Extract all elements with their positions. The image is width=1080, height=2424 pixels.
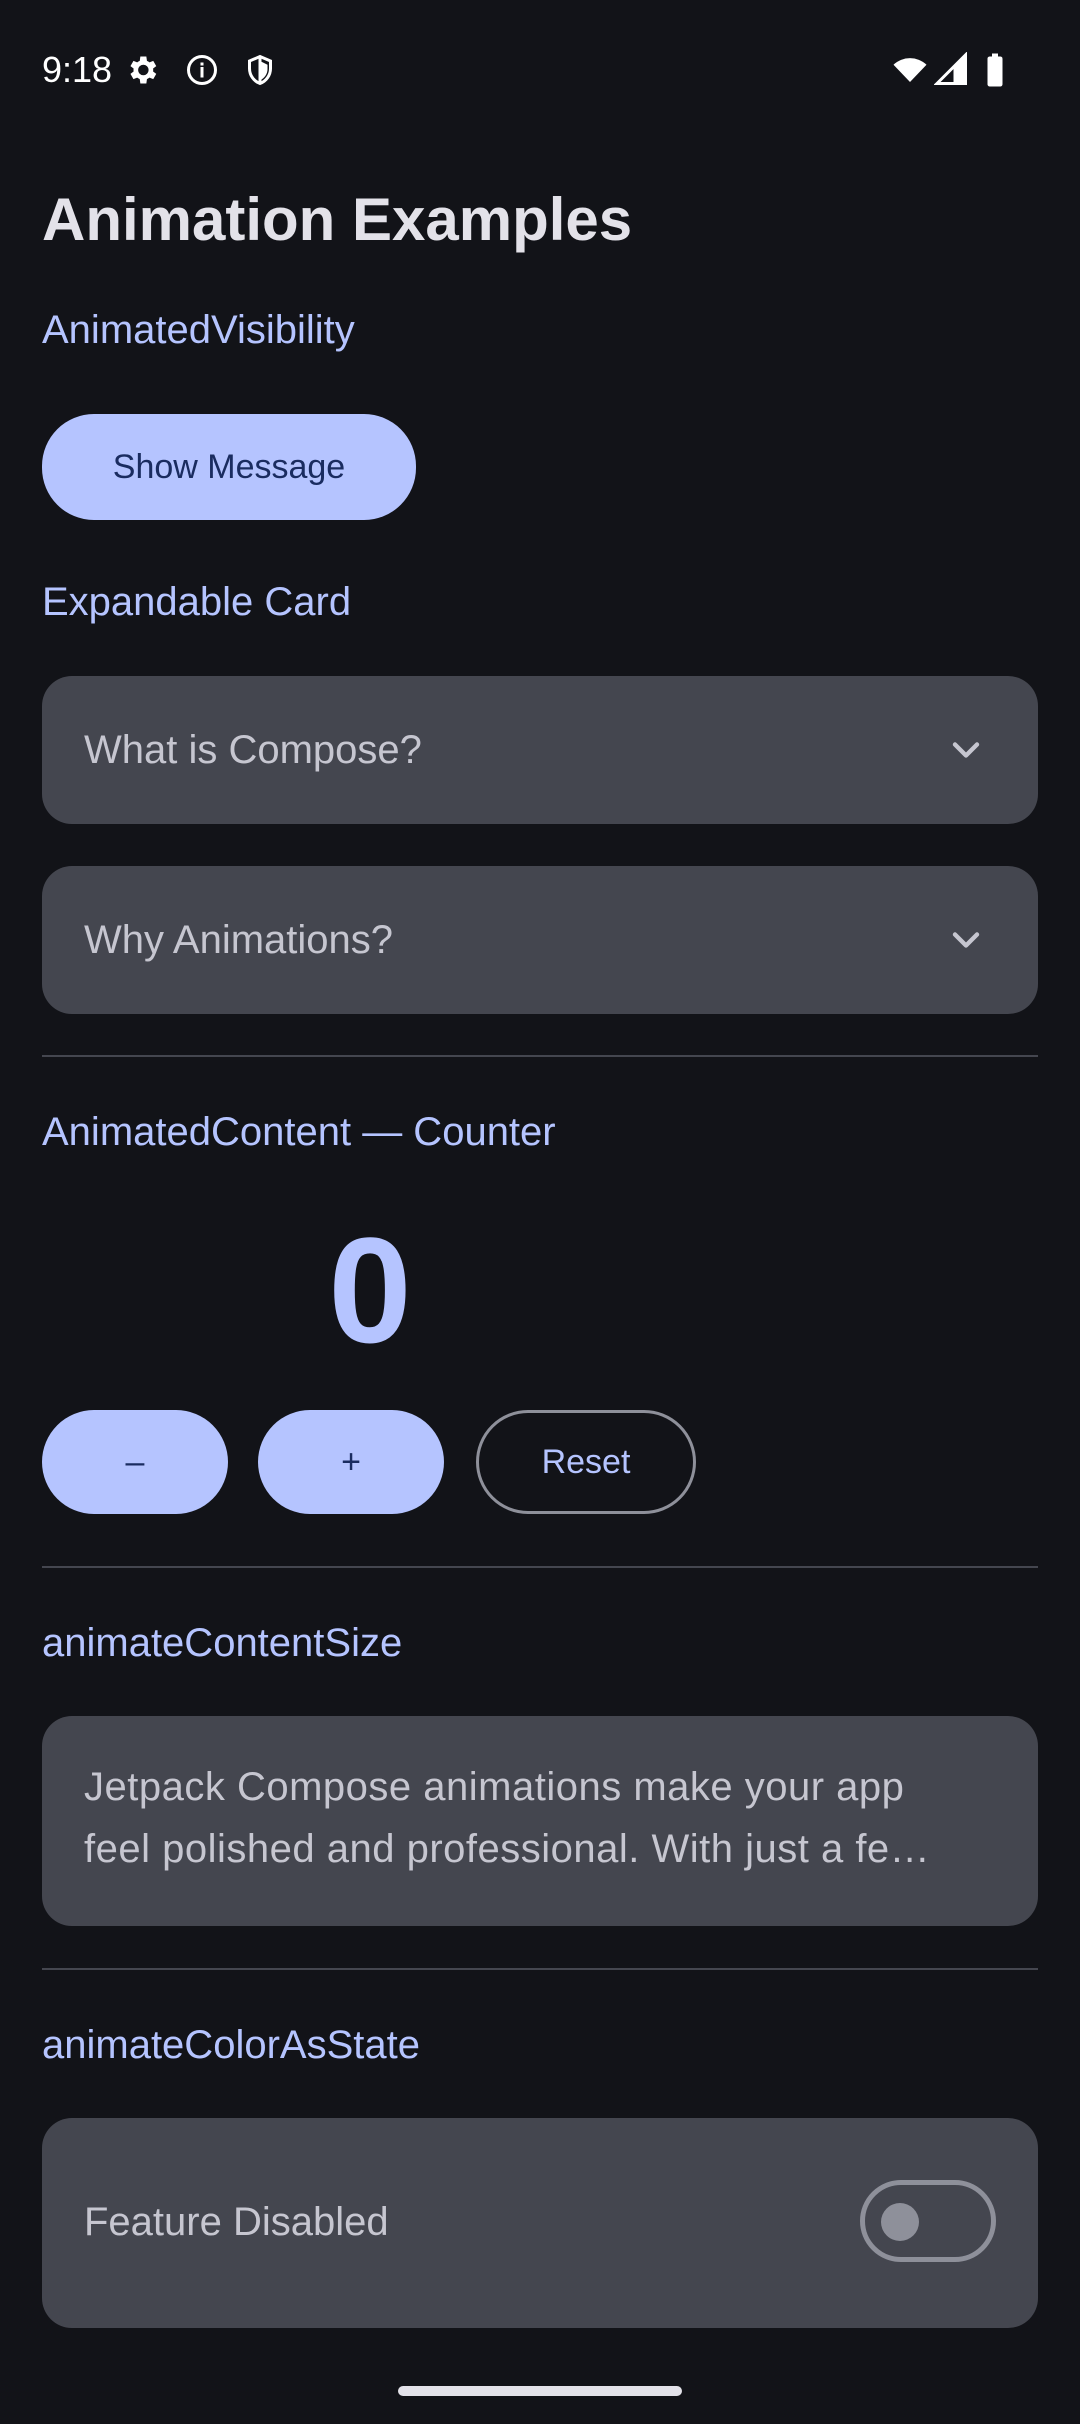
chevron-down-icon: [944, 918, 988, 962]
section-header-counter: AnimatedContent — Counter: [42, 1110, 556, 1154]
feature-toggle-card[interactable]: Feature Disabled: [42, 2118, 1038, 2328]
toggle-thumb: [881, 2203, 919, 2241]
content-size-card[interactable]: Jetpack Compose animations make your app…: [42, 1716, 1038, 1926]
divider: [42, 1055, 1038, 1057]
increment-button[interactable]: +: [258, 1410, 444, 1514]
section-header-color-state: animateColorAsState: [42, 2023, 420, 2067]
show-message-button[interactable]: Show Message: [42, 414, 416, 520]
chevron-down-icon: [944, 728, 988, 772]
expandable-card-animations[interactable]: Why Animations?: [42, 866, 1038, 1014]
card-title: Why Animations?: [84, 918, 394, 962]
feature-toggle-switch[interactable]: [860, 2180, 996, 2262]
counter-value: 0: [328, 1206, 412, 1374]
page-title: Animation Examples: [42, 186, 633, 253]
content-size-text-line2: feel polished and professional. With jus…: [84, 1827, 931, 1871]
info-icon: [184, 52, 220, 88]
status-time: 9:18: [42, 49, 113, 90]
gesture-navigation-bar[interactable]: [398, 2386, 682, 2396]
shield-icon: [242, 52, 278, 88]
feature-status-label: Feature Disabled: [84, 2200, 389, 2244]
gear-icon: [124, 52, 160, 88]
card-title: What is Compose?: [84, 728, 422, 772]
content-size-text-line1: Jetpack Compose animations make your app: [84, 1765, 905, 1809]
section-header-content-size: animateContentSize: [42, 1621, 403, 1665]
signal-icon: [934, 52, 970, 88]
wifi-icon: [890, 52, 930, 88]
section-header-visibility: AnimatedVisibility: [42, 308, 355, 352]
content-size-text: Jetpack Compose animations make your app…: [84, 1756, 996, 1880]
decrement-button[interactable]: –: [42, 1410, 228, 1514]
battery-icon: [984, 52, 1006, 88]
reset-button[interactable]: Reset: [476, 1410, 696, 1514]
expandable-card-compose[interactable]: What is Compose?: [42, 676, 1038, 824]
section-header-expandable: Expandable Card: [42, 580, 352, 624]
divider: [42, 1566, 1038, 1568]
divider: [42, 1968, 1038, 1970]
